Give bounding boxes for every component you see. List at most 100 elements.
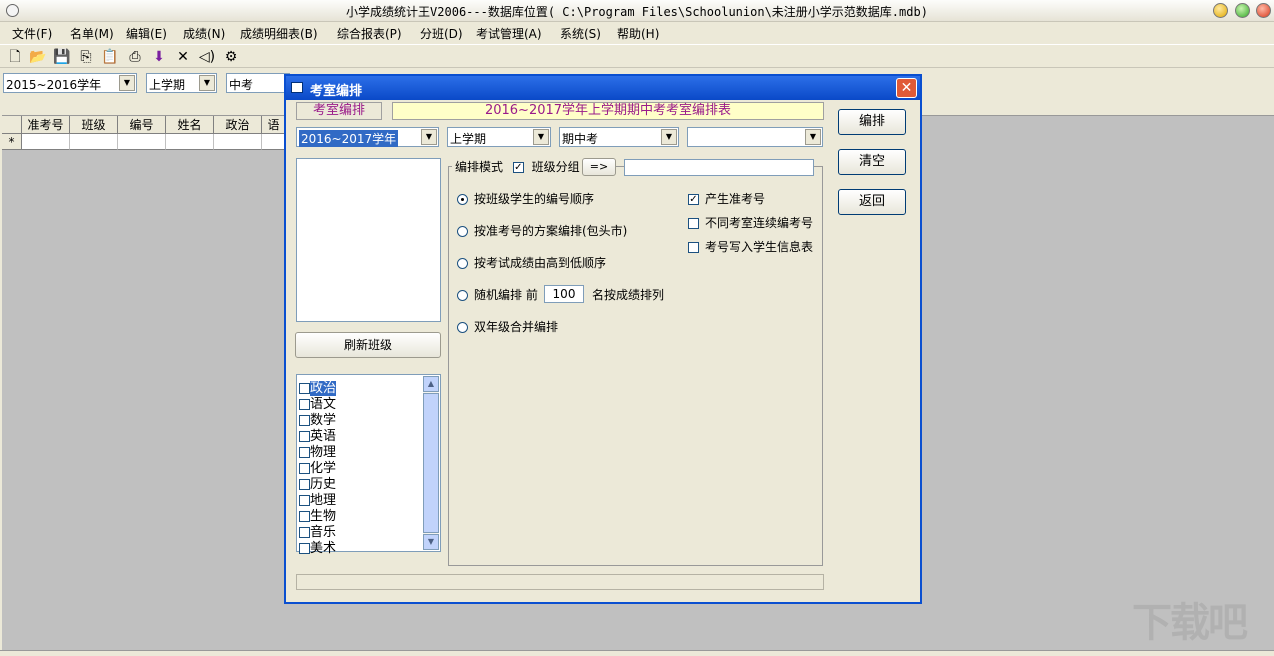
subject-list-scrollbar[interactable]: ▲ ▼ xyxy=(423,376,439,550)
menu-exam-management[interactable]: 考试管理(A) xyxy=(476,25,542,42)
list-item[interactable]: 语文 xyxy=(299,393,336,412)
menu-file[interactable]: 文件(F) xyxy=(12,25,52,42)
subject-checkbox[interactable] xyxy=(299,543,310,554)
group-by-class-checkbox[interactable]: ✓ xyxy=(512,162,524,173)
minimize-icon[interactable] xyxy=(1213,3,1228,18)
arrow-button[interactable]: => xyxy=(582,158,616,176)
option-random[interactable]: 随机编排 前 xyxy=(457,286,538,303)
write-to-student-table-checkbox[interactable] xyxy=(688,242,699,253)
arrange-button[interactable]: 编排 xyxy=(838,109,906,135)
print-icon[interactable]: ⎙ xyxy=(126,48,144,66)
option-by-exam-number-scheme[interactable]: 按准考号的方案编排(包头市) xyxy=(457,222,627,239)
generate-exam-number-checkbox[interactable]: ✓ xyxy=(688,194,699,205)
chevron-down-icon[interactable]: ▼ xyxy=(119,75,135,91)
back-button[interactable]: 返回 xyxy=(838,189,906,215)
toolbar: 🗋 📂 💾 ⎘ 📋 ⎙ ⬇ ✕ ◁) ⚙ xyxy=(0,44,1274,68)
menu-scores[interactable]: 成绩(N) xyxy=(183,25,225,42)
grid-cell[interactable] xyxy=(262,134,286,150)
title-bar: 小学成绩统计王V2006---数据库位置( C:\Program Files\S… xyxy=(0,0,1274,22)
menu-help[interactable]: 帮助(H) xyxy=(617,25,659,42)
list-item[interactable]: 美术 xyxy=(299,537,336,556)
mode-group: 编排模式 ✓ 班级分组 xyxy=(452,158,583,175)
report-title: 2016~2017学年上学期期中考考室编排表 xyxy=(392,102,824,120)
grid-cell[interactable] xyxy=(70,134,118,150)
radio-button[interactable] xyxy=(457,322,468,333)
grid-cell[interactable] xyxy=(118,134,166,150)
audio-icon[interactable]: ◁) xyxy=(198,48,216,66)
arrow-target-field[interactable] xyxy=(624,159,814,176)
column-header[interactable]: 政治 xyxy=(214,116,262,134)
new-file-icon[interactable]: 🗋 xyxy=(6,48,24,66)
dialog-exam-select[interactable]: 期中考 ▼ xyxy=(559,127,679,147)
close-icon[interactable]: ✕ xyxy=(896,78,917,98)
open-folder-icon[interactable]: 📂 xyxy=(29,48,47,66)
class-list[interactable] xyxy=(296,158,441,322)
exam-select[interactable]: 中考 xyxy=(226,73,290,93)
copy-icon[interactable]: ⎘ xyxy=(77,48,95,66)
random-suffix-label: 名按成绩排列 xyxy=(592,288,665,302)
option-by-score-desc[interactable]: 按考试成绩由高到低顺序 xyxy=(457,254,606,271)
radio-button[interactable] xyxy=(457,226,468,237)
column-header[interactable]: 班级 xyxy=(70,116,118,134)
menu-reports[interactable]: 综合报表(P) xyxy=(337,25,402,42)
scroll-down-icon[interactable]: ▼ xyxy=(423,534,439,550)
chevron-down-icon[interactable]: ▼ xyxy=(199,75,215,91)
continuous-numbering-option[interactable]: 不同考室连续编考号 xyxy=(688,214,813,231)
menu-score-details[interactable]: 成绩明细表(B) xyxy=(240,25,318,42)
paste-icon[interactable]: 📋 xyxy=(101,48,119,66)
menu-edit[interactable]: 编辑(E) xyxy=(126,25,167,42)
column-header[interactable]: 语 xyxy=(262,116,286,134)
list-item[interactable]: 物理 xyxy=(299,441,336,460)
column-header[interactable]: 编号 xyxy=(118,116,166,134)
grid-cell[interactable] xyxy=(22,134,70,150)
close-icon[interactable] xyxy=(1256,3,1271,18)
generate-exam-number-option[interactable]: ✓ 产生准考号 xyxy=(688,190,765,207)
delete-icon[interactable]: ✕ xyxy=(174,48,192,66)
grid-cell[interactable] xyxy=(214,134,262,150)
dialog-year-select[interactable]: 2016~2017学年 ▼ xyxy=(296,127,439,147)
random-count-input[interactable]: 100 xyxy=(544,285,584,303)
option-merge-grades[interactable]: 双年级合并编排 xyxy=(457,318,558,335)
dialog-term-select[interactable]: 上学期 ▼ xyxy=(447,127,551,147)
save-icon[interactable]: 💾 xyxy=(53,48,71,66)
radio-button[interactable] xyxy=(457,290,468,301)
chevron-down-icon[interactable]: ▼ xyxy=(421,129,437,145)
menu-roster[interactable]: 名单(M) xyxy=(70,25,114,42)
import-icon[interactable]: ⬇ xyxy=(150,48,168,66)
chevron-down-icon[interactable]: ▼ xyxy=(533,129,549,145)
list-item[interactable]: 地理 xyxy=(299,489,336,508)
scroll-up-icon[interactable]: ▲ xyxy=(423,376,439,392)
maximize-icon[interactable] xyxy=(1235,3,1250,18)
scroll-thumb[interactable] xyxy=(423,393,439,533)
term-select[interactable]: 上学期 ▼ xyxy=(146,73,217,93)
settings-icon[interactable]: ⚙ xyxy=(222,48,240,66)
continuous-numbering-checkbox[interactable] xyxy=(688,218,699,229)
clear-button[interactable]: 清空 xyxy=(838,149,906,175)
list-item[interactable]: 历史 xyxy=(299,473,336,492)
option-label: 不同考室连续编考号 xyxy=(705,216,814,230)
write-to-student-table-option[interactable]: 考号写入学生信息表 xyxy=(688,238,813,255)
menu-system[interactable]: 系统(S) xyxy=(560,25,601,42)
option-by-student-number[interactable]: 按班级学生的编号顺序 xyxy=(457,190,594,207)
chevron-down-icon[interactable]: ▼ xyxy=(661,129,677,145)
column-header[interactable]: 姓名 xyxy=(166,116,214,134)
list-item[interactable]: 数学 xyxy=(299,409,336,428)
column-header[interactable]: 准考号 xyxy=(22,116,70,134)
option-label: 按班级学生的编号顺序 xyxy=(474,192,595,206)
chevron-down-icon[interactable]: ▼ xyxy=(805,129,821,145)
radio-button[interactable] xyxy=(457,194,468,205)
subject-list[interactable]: 政治 语文 数学 英语 物理 化学 历史 地理 生物 音乐 美术 ▲ ▼ xyxy=(296,374,441,556)
list-item[interactable]: 化学 xyxy=(299,457,336,476)
menu-class-split[interactable]: 分班(D) xyxy=(420,25,463,42)
year-select[interactable]: 2015~2016学年 ▼ xyxy=(3,73,137,93)
grid-corner xyxy=(2,116,22,134)
refresh-classes-button[interactable]: 刷新班级 xyxy=(295,332,441,358)
list-item[interactable]: 生物 xyxy=(299,505,336,524)
grid-cell[interactable] xyxy=(166,134,214,150)
tab-exam-room[interactable]: 考室编排 xyxy=(296,102,382,120)
list-item[interactable]: 英语 xyxy=(299,425,336,444)
dialog-extra-select[interactable]: ▼ xyxy=(687,127,823,147)
list-item[interactable]: 政治 xyxy=(299,377,337,396)
list-item[interactable]: 音乐 xyxy=(299,521,336,540)
radio-button[interactable] xyxy=(457,258,468,269)
